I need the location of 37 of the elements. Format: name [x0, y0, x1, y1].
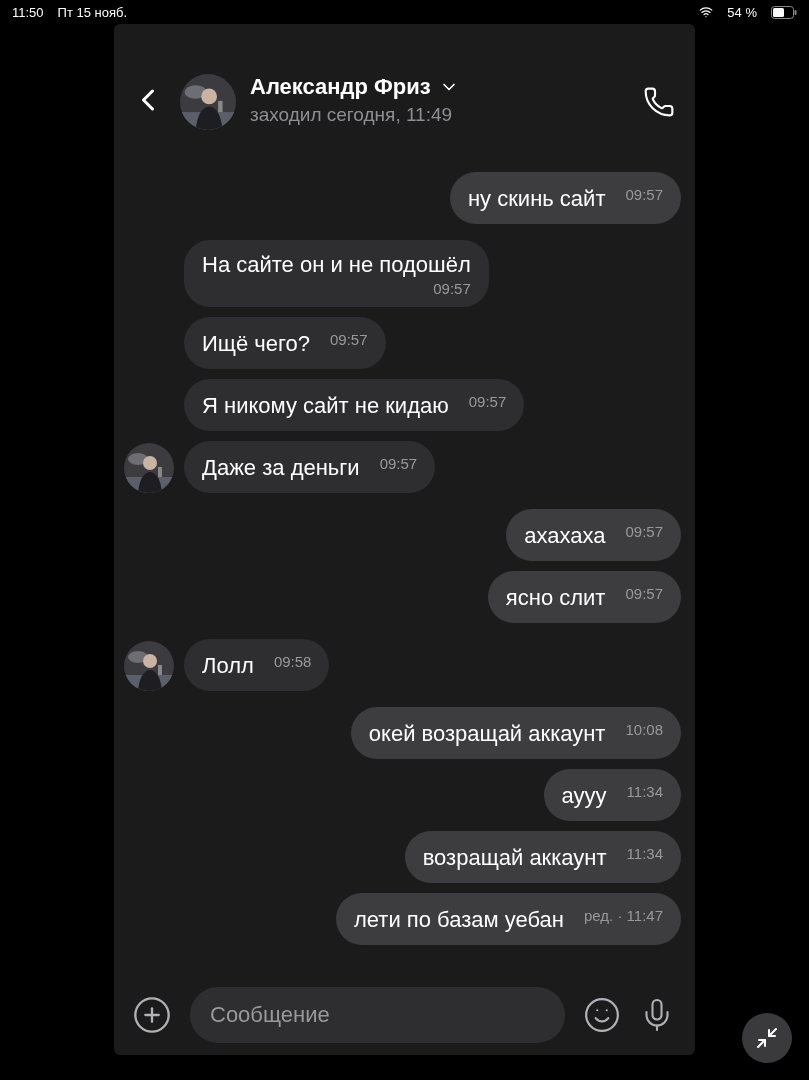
- message-text: Я никому сайт не кидаю: [202, 393, 449, 419]
- message-text: ахахаха: [524, 523, 606, 549]
- message-field[interactable]: Сообщение: [190, 987, 565, 1043]
- emoji-icon[interactable]: [583, 996, 621, 1034]
- message-time: 09:57: [625, 186, 663, 203]
- message-time: 09:57: [433, 280, 471, 297]
- contact-name[interactable]: Александр Фриз: [250, 74, 431, 100]
- message-text: возращай аккаунт: [422, 845, 607, 871]
- message-time: 09:57: [330, 331, 368, 348]
- message-text: ясно слит: [505, 585, 606, 611]
- battery-icon: [771, 5, 797, 19]
- minimize-icon: [755, 1026, 779, 1050]
- message-time: 10:08: [625, 721, 663, 738]
- message-time: 09:57: [379, 455, 418, 472]
- message-text: На сайте он и не подошёл: [202, 252, 471, 278]
- message-text: Лолл: [202, 653, 254, 679]
- message-text: аууу: [561, 783, 607, 809]
- minimize-button[interactable]: [742, 1013, 792, 1063]
- plus-icon[interactable]: [132, 995, 172, 1035]
- phone-icon[interactable]: [643, 86, 675, 118]
- message-text: окей возращай аккаунт: [368, 721, 606, 747]
- message-time: 11:34: [626, 783, 663, 800]
- message-text: Ищё чего?: [202, 331, 310, 357]
- battery-percent: 54 %: [727, 4, 757, 20]
- last-seen: заходил сегодня, 11:49: [250, 104, 454, 126]
- message-text: лети по базам уебан: [354, 907, 564, 933]
- message-time: 09:57: [625, 585, 663, 602]
- message-text: Даже за деньги: [202, 455, 360, 481]
- date: Пт 15 нояб.: [57, 4, 128, 20]
- message-time: 11:34: [626, 845, 663, 862]
- message-time: 09:58: [273, 653, 312, 670]
- message-time: 09:57: [468, 393, 507, 410]
- message-text: ну скинь сайт: [467, 186, 606, 212]
- message-time: 09:57: [625, 523, 663, 540]
- message-time: ред. · 11:47: [583, 907, 663, 924]
- clock: 11:50: [12, 4, 44, 20]
- wifi-icon: [699, 5, 714, 19]
